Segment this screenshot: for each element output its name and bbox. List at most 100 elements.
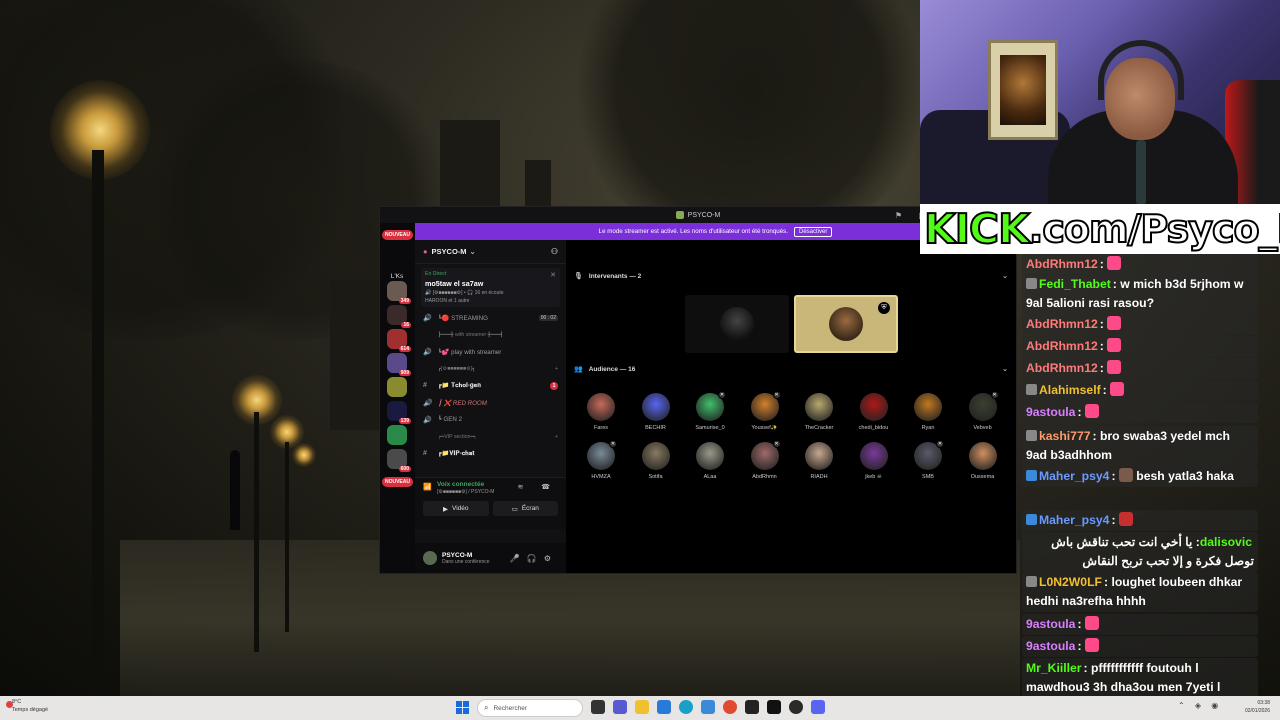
audience-member[interactable]: Fares	[576, 393, 626, 431]
video-button[interactable]: ▶ Vidéo	[423, 501, 489, 516]
channel-item[interactable]: 🔊 ┃ ❌ RED ROOM	[415, 396, 566, 409]
system-tray[interactable]: ⌃ ◈ ◉	[1178, 701, 1222, 710]
add-channel-icon[interactable]: +	[555, 434, 558, 440]
chat-username[interactable]: dalisovic	[1200, 535, 1252, 549]
chat-username[interactable]: 9astoula	[1026, 405, 1075, 419]
server-icon[interactable]: 139	[387, 401, 411, 424]
channel-item[interactable]: ┣━━━╋ with streamer ╋━━━┫	[415, 328, 566, 341]
obs-icon[interactable]	[745, 700, 759, 714]
audience-member[interactable]: RIADH	[794, 442, 844, 480]
flag-icon[interactable]: ⚑	[895, 211, 902, 220]
audience-header[interactable]: 👥 Audience — 16 ⌄	[574, 362, 1008, 376]
audience-member[interactable]: ✕ Samurise_0	[685, 391, 735, 431]
server-icon[interactable]	[387, 377, 407, 397]
disable-streamer-mode-button[interactable]: Désactiver	[793, 226, 833, 237]
audience-member[interactable]: ✕ SMB	[903, 440, 953, 480]
speakers-header[interactable]: 🎙 Intervenants — 2 ⌄	[574, 269, 1008, 283]
banner-text: Le mode streamer est activé. Les noms d'…	[598, 228, 788, 235]
user-controls[interactable]: 🎤🎧⚙	[510, 554, 558, 563]
channel-item[interactable]: ┍━VIP section━┑ +	[415, 430, 566, 443]
weather-icon	[6, 701, 13, 708]
new-badge[interactable]: NOUVEAU	[382, 230, 413, 240]
server-label[interactable]: L'Ks	[384, 273, 410, 280]
teams-icon[interactable]	[613, 700, 627, 714]
speaker-tile[interactable]	[685, 295, 789, 353]
chat-username[interactable]: 9astoula	[1026, 617, 1075, 631]
screen-share-button[interactable]: ▭ Écran	[492, 501, 558, 516]
store-icon[interactable]	[657, 700, 671, 714]
server-icon[interactable]	[387, 425, 407, 445]
audience-member[interactable]: jkeb ☠	[849, 442, 899, 480]
server-icon[interactable]: 600	[387, 449, 411, 472]
chat-username[interactable]: Fedi_Thabet	[1039, 277, 1111, 291]
server-icon[interactable]: 909	[387, 353, 411, 376]
audience-member[interactable]: ✕ HVMZA	[576, 440, 626, 480]
taskbar-search[interactable]: ⌕ Rechercher	[477, 699, 583, 717]
chat-username[interactable]: Mr_Kiiller	[1026, 661, 1082, 675]
chat-separator: :	[1083, 661, 1091, 675]
audience-member[interactable]: chedi_bidou	[849, 393, 899, 431]
taskbar-clock[interactable]: 03:38 02/01/2026	[1245, 699, 1270, 715]
webcam-artwork	[1000, 55, 1046, 125]
chat-username[interactable]: 9astoula	[1026, 639, 1075, 653]
speakers-title: Intervenants — 2	[588, 272, 642, 280]
chat-username[interactable]: L0N2W0LF	[1039, 575, 1102, 589]
chat-username[interactable]: Maher_psy4	[1039, 469, 1109, 483]
add-channel-icon[interactable]: +	[555, 366, 558, 372]
chat-separator: :	[1077, 405, 1085, 419]
windows-start-icon[interactable]	[456, 701, 469, 714]
chat-username[interactable]: AbdRhmn12	[1026, 361, 1098, 375]
audience-member[interactable]: ALaa	[685, 442, 735, 480]
chat-text: besh yatla3 haka	[1136, 469, 1234, 483]
weather-widget[interactable]: 8°C Temps dégagé	[6, 698, 48, 714]
avatar[interactable]	[423, 551, 437, 565]
app-icon[interactable]	[789, 700, 803, 714]
channel-item[interactable]: 🔊 ┗💕 play with streamer	[415, 345, 566, 358]
channel-sidebar: ● PSYCO-M ⌄ ⚇ En Direct mo5taw el sa7aw …	[415, 240, 566, 573]
chevron-down-icon: ⌄	[469, 247, 476, 256]
chat-username[interactable]: AbdRhmn12	[1026, 339, 1098, 353]
chat-username[interactable]: AbdRhmn12	[1026, 317, 1098, 331]
avatar	[859, 393, 888, 421]
audience-name: TheCracker	[804, 425, 834, 431]
text-channel-icon: #	[423, 382, 427, 389]
audience-member[interactable]: ✕ Youssef✨	[740, 391, 790, 431]
file-explorer-icon[interactable]	[635, 700, 649, 714]
close-icon[interactable]: ✕	[550, 271, 556, 279]
audience-member[interactable]: Sotifa	[631, 442, 681, 480]
audience-member[interactable]: ✕ AbdRhmn	[740, 440, 790, 480]
audience-member[interactable]: Ryan	[903, 393, 953, 431]
channel-item[interactable]: # ┏📁𝐕𝐈𝐏-𝐜𝐡𝐚𝐭	[415, 447, 566, 460]
speaker-tile-active[interactable]: ⛨	[794, 295, 898, 353]
disconnect-icon[interactable]: ≋ ☎	[517, 483, 558, 491]
server-icon[interactable]: 349	[387, 281, 411, 304]
channel-item[interactable]: ┏[⚙■■■■■■⚙]┓ +	[415, 362, 566, 375]
add-member-icon[interactable]: ⚇	[551, 247, 558, 256]
audience-member[interactable]: TheCracker	[794, 393, 844, 431]
chrome-icon[interactable]	[723, 700, 737, 714]
new-badge[interactable]: NOUVEAU	[382, 477, 413, 487]
server-icon[interactable]: 16	[387, 305, 411, 328]
channel-item[interactable]: # ┏📁 𝐓𝐜𝐡𝐨𝐥-𝐠𝐞𝐧 1	[415, 379, 566, 392]
task-view-icon[interactable]	[591, 700, 605, 714]
channel-item[interactable]: 🔊 ┗🔴 STREAMING 00 : 02	[415, 311, 566, 324]
discord-icon[interactable]	[811, 700, 825, 714]
mail-icon[interactable]	[701, 700, 715, 714]
chat-username[interactable]: kashi777	[1039, 429, 1091, 443]
audience-member[interactable]: Oussema	[958, 442, 1008, 480]
audience-member[interactable]: BECHIR	[631, 393, 681, 431]
channel-list: 🔊 ┗🔴 STREAMING 00 : 02 ┣━━━╋ with streamer …	[415, 311, 566, 460]
channel-label: ┣━━━╋ with streamer ╋━━━┫	[438, 331, 504, 338]
terminal-icon[interactable]	[767, 700, 781, 714]
badge-icon	[1026, 430, 1037, 441]
live-event-card[interactable]: En Direct mo5taw el sa7aw 🔊 [⚙■■■■■■⚙] •…	[421, 268, 560, 307]
audience-member[interactable]: ✕ Vebveb	[958, 391, 1008, 431]
server-icon[interactable]: 614	[387, 329, 411, 352]
chat-username[interactable]: AbdRhmn12	[1026, 257, 1098, 271]
edge-icon[interactable]	[679, 700, 693, 714]
chat-username[interactable]: Alahimself	[1039, 383, 1101, 397]
server-header[interactable]: ● PSYCO-M ⌄ ⚇	[415, 240, 566, 264]
chat-username[interactable]: Maher_psy4	[1039, 513, 1109, 527]
chat-separator: :	[1099, 339, 1108, 353]
channel-item[interactable]: 🔊 ┗ GEN 2	[415, 413, 566, 426]
